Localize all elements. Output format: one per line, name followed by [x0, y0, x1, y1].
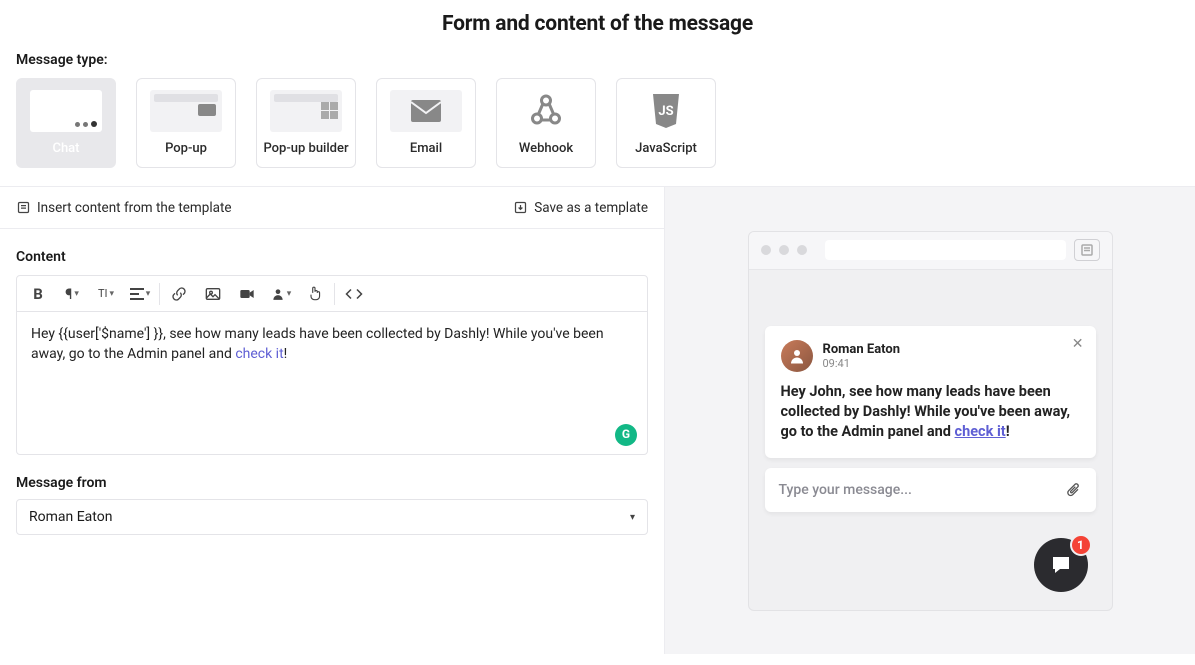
save-template-label: Save as a template [534, 200, 648, 216]
code-icon [345, 287, 363, 301]
preview-reply-input[interactable]: Type your message... [765, 468, 1096, 512]
content-editor: B ¶▾ TI▾ ▾ ▾ [16, 275, 648, 455]
message-type-email[interactable]: Email [376, 78, 476, 168]
code-view-button[interactable] [337, 276, 371, 312]
preview-text: Hey John, see how many leads have been c… [781, 382, 1080, 442]
popup-builder-thumb-icon [270, 90, 342, 132]
message-type-label-popup: Pop-up [165, 141, 207, 156]
close-icon[interactable]: ✕ [1072, 336, 1084, 352]
editor-link[interactable]: check it [235, 346, 283, 362]
browser-chrome [749, 232, 1112, 270]
message-type-label-popup-builder: Pop-up builder [263, 141, 348, 156]
window-dot [797, 245, 807, 255]
editor-toolbar: B ¶▾ TI▾ ▾ ▾ [17, 276, 647, 312]
insert-template-label: Insert content from the template [37, 200, 232, 216]
avatar [781, 340, 813, 372]
save-template-button[interactable]: Save as a template [513, 200, 648, 216]
template-insert-icon [16, 200, 31, 215]
unread-badge: 1 [1070, 534, 1092, 556]
reply-placeholder: Type your message... [779, 482, 912, 498]
insert-template-button[interactable]: Insert content from the template [16, 200, 232, 216]
video-button[interactable] [230, 276, 264, 312]
window-dot [761, 245, 771, 255]
popup-thumb-icon [150, 90, 222, 132]
javascript-thumb-icon: JS [630, 90, 702, 132]
message-from-label: Message from [0, 455, 664, 499]
chat-fab[interactable]: 1 [1034, 538, 1088, 592]
content-label: Content [0, 229, 664, 275]
link-button[interactable] [162, 276, 196, 312]
message-type-popup-builder[interactable]: Pop-up builder [256, 78, 356, 168]
message-type-label-webhook: Webhook [519, 141, 573, 156]
message-type-popup[interactable]: Pop-up [136, 78, 236, 168]
user-icon [271, 287, 285, 301]
editor-textarea[interactable]: Hey {{user['$name'] }}, see how many lea… [17, 312, 647, 454]
message-type-label-email: Email [410, 141, 442, 156]
svg-text:JS: JS [658, 104, 673, 119]
preview-time: 09:41 [823, 357, 901, 370]
video-icon [239, 287, 255, 301]
editor-panel: Insert content from the template Save as… [0, 187, 665, 654]
user-variable-dropdown[interactable]: ▾ [264, 276, 298, 312]
align-dropdown[interactable]: ▾ [123, 276, 157, 312]
preview-link[interactable]: check it [955, 423, 1006, 440]
editor-text: Hey {{user['$name'] }}, see how many lea… [31, 326, 604, 362]
message-from-select[interactable]: Roman Eaton ▾ [16, 499, 648, 535]
message-type-javascript[interactable]: JS JavaScript [616, 78, 716, 168]
window-dot [779, 245, 789, 255]
grammarly-icon[interactable]: G [615, 424, 637, 446]
paragraph-dropdown[interactable]: ¶▾ [55, 276, 89, 312]
preview-author: Roman Eaton [823, 342, 901, 357]
template-save-icon [513, 200, 528, 215]
chat-thumb-icon [30, 90, 102, 132]
message-type-label-javascript: JavaScript [635, 141, 697, 156]
preview-chat-card: ✕ Roman Eaton 09:41 Hey John, see how ma… [765, 326, 1096, 458]
attachment-icon[interactable] [1066, 481, 1082, 499]
text-style-dropdown[interactable]: TI▾ [89, 276, 123, 312]
message-from-value: Roman Eaton [29, 509, 112, 525]
editor-text-tail: ! [284, 346, 288, 362]
image-button[interactable] [196, 276, 230, 312]
message-type-webhook[interactable]: Webhook [496, 78, 596, 168]
message-types: Chat Pop-up Pop-up builder Email Webhook… [0, 78, 1195, 186]
message-type-label: Message type: [0, 46, 1195, 78]
bold-button[interactable]: B [21, 276, 55, 312]
email-thumb-icon [390, 90, 462, 132]
pointer-button[interactable] [298, 276, 332, 312]
link-icon [171, 286, 187, 302]
preview-panel: ✕ Roman Eaton 09:41 Hey John, see how ma… [665, 187, 1195, 654]
pointer-icon [308, 286, 322, 302]
message-type-chat[interactable]: Chat [16, 78, 116, 168]
preview-browser: ✕ Roman Eaton 09:41 Hey John, see how ma… [748, 231, 1113, 611]
address-bar [825, 240, 1066, 260]
align-icon [130, 288, 144, 300]
chat-bubble-icon [1049, 553, 1073, 577]
webhook-thumb-icon [510, 90, 582, 132]
chevron-down-icon: ▾ [630, 512, 635, 523]
browser-menu-icon [1074, 239, 1100, 261]
page-title: Form and content of the message [0, 0, 1195, 46]
image-icon [205, 287, 221, 301]
message-type-label-chat: Chat [52, 141, 79, 156]
